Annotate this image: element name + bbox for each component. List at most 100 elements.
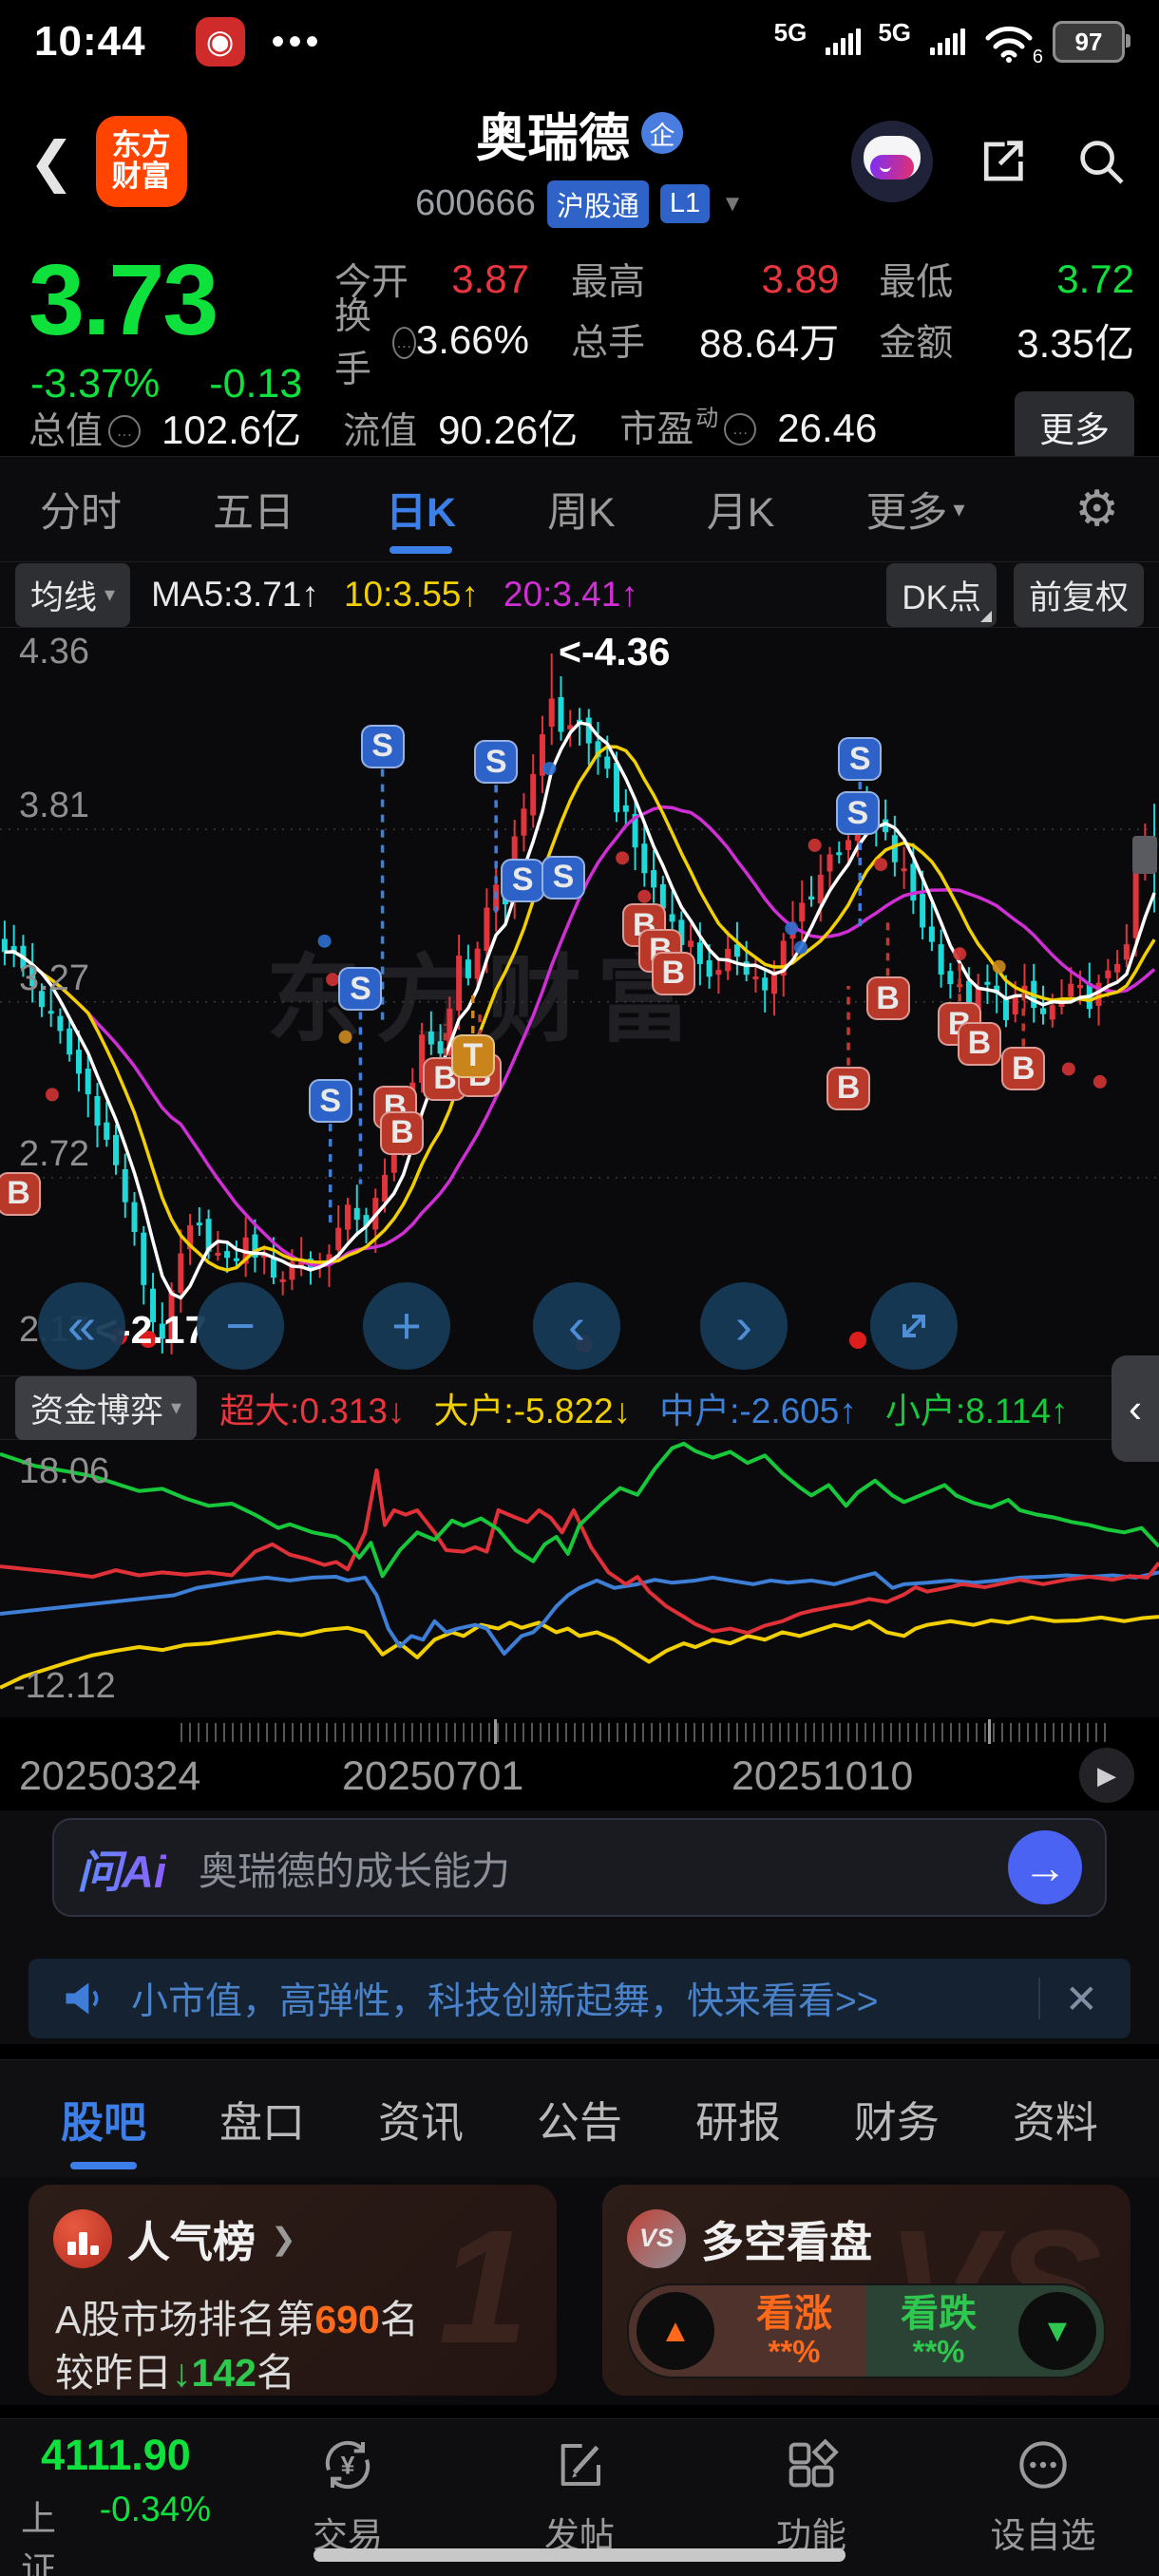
kline-chart[interactable]: 东方财富 <-4.36 <-2.17 « − + ‹ › 4.36 3.81 3.2… — [0, 627, 1159, 1376]
chevron-right-icon: ❯ — [271, 2221, 296, 2256]
tab-profile[interactable]: 资料 — [1013, 2060, 1098, 2177]
wifi6-label: 6 — [1032, 47, 1043, 67]
popularity-rank-card[interactable]: 1 人气榜 ❯ A股市场排名第690名 较昨日↓142名 — [28, 2185, 557, 2396]
sell-signal-marker: S — [474, 740, 519, 785]
vs-title: 多空看盘 — [701, 2218, 873, 2266]
rank-watermark: 1 — [438, 2197, 528, 2377]
ma-selector-button[interactable]: 均线 ▾ — [15, 562, 131, 627]
field-high: 最高 3.89 — [570, 256, 840, 303]
stock-title-block[interactable]: 奥瑞德 企 600666 沪股通 L1 ▼ — [415, 96, 744, 228]
date-axis: 20250324 20250701 20251010 ▶ — [0, 1744, 1159, 1810]
nav-functions[interactable]: 功能 — [716, 2431, 906, 2558]
tab-monthly-k[interactable]: 月K — [707, 457, 775, 561]
header: ❮ 东方 财富 奥瑞德 企 600666 沪股通 L1 ▼ — [0, 84, 1159, 239]
tab-daily-k[interactable]: 日K — [386, 457, 456, 561]
pan-right-button[interactable]: › — [700, 1282, 788, 1370]
logo-line1: 东方 — [111, 128, 171, 162]
cards-section: 1 人气榜 ❯ A股市场排名第690名 较昨日↓142名 VS VS 多空看盘 … — [0, 2177, 1159, 2405]
fund-chart[interactable]: 18.06 -12.12 — [0, 1440, 1159, 1717]
fullscreen-button[interactable] — [870, 1282, 958, 1370]
play-forward-button[interactable]: ▶ — [1079, 1748, 1134, 1803]
gear-icon[interactable]: ⚙ — [1074, 481, 1119, 538]
tab-weekly-k[interactable]: 周K — [547, 457, 616, 561]
back-button[interactable]: ❮ — [28, 129, 75, 194]
indicator-selector-button[interactable]: 资金博弈 ▾ — [15, 1375, 198, 1440]
field-float: 流值 90.26亿 — [343, 407, 579, 452]
collapse-panel-button[interactable]: ‹ — [1112, 1355, 1159, 1462]
signal-bars-icon — [826, 28, 862, 55]
search-icon[interactable] — [1072, 132, 1130, 191]
nav-post[interactable]: 发帖 — [484, 2431, 674, 2558]
ask-ai-input[interactable]: 问Ai 奥瑞德的成长能力 → — [52, 1818, 1107, 1917]
sell-signal-marker: S — [541, 855, 585, 900]
last-price: 3.73 — [28, 244, 218, 356]
vs-icon: VS — [627, 2208, 686, 2268]
date-label: 20250701 — [342, 1753, 524, 1799]
scroll-tick-strip[interactable] — [0, 1719, 1159, 1744]
zoom-out-fast-button[interactable]: « — [38, 1282, 125, 1370]
kline-svg — [0, 653, 1159, 1354]
sell-signal-marker: S — [308, 1079, 352, 1124]
bull-bear-card[interactable]: VS VS 多空看盘 ▲ 看涨**% 看跌**% ▼ — [602, 2185, 1130, 2396]
vote-bull-button[interactable]: ▲ 看涨 **% — [629, 2285, 866, 2377]
info-icon: … — [724, 413, 757, 445]
status-icons: 5G 5G 6 97 — [773, 17, 1130, 67]
nav-index[interactable]: 4111.90 上证 -0.34% — [21, 2431, 211, 2576]
more-button[interactable]: 更多 — [1015, 391, 1134, 462]
period-tabs: 分时 五日 日K 周K 月K 更多 ▾ ⚙ — [0, 456, 1159, 562]
rank-number: 690 — [314, 2298, 380, 2341]
fund-large: 大户:-5.822↓ — [433, 1392, 632, 1430]
t-trade-signal-marker: T — [450, 1033, 495, 1078]
fund-ymin-label: -12.12 — [13, 1666, 116, 1706]
tab-5day[interactable]: 五日 — [213, 457, 294, 561]
ai-section: 问Ai 奥瑞德的成长能力 → — [0, 1810, 1159, 1953]
tab-announcements[interactable]: 公告 — [537, 2060, 622, 2177]
tab-pankou[interactable]: 盘口 — [219, 2060, 305, 2177]
quote-grid: 今开 3.87 最高 3.89 最低 3.72 换手… 3.66% 总手 88.64万 金… — [334, 249, 1134, 390]
fund-super-large: 超大:0.313↓ — [219, 1392, 406, 1430]
chevron-down-icon[interactable]: ▼ — [721, 191, 744, 218]
nav-add-watchlist[interactable]: 设自选 — [948, 2431, 1138, 2558]
svg-text:¥: ¥ — [341, 2451, 355, 2479]
tab-guba[interactable]: 股吧 — [61, 2060, 146, 2177]
tab-minute[interactable]: 分时 — [40, 457, 122, 561]
bull-bear-vote: ▲ 看涨 **% 看跌 **% ▼ — [627, 2283, 1106, 2378]
notice-section: 小市值，高弹性，科技创新起舞，快来看看>> ✕ — [0, 1953, 1159, 2044]
close-icon: ✕ — [1064, 1976, 1098, 2021]
vote-bear-button[interactable]: 看跌 **% ▼ — [866, 2285, 1104, 2377]
sell-signal-marker: S — [501, 858, 545, 902]
ma5-value: MA5:3.71↑ — [151, 575, 319, 614]
tab-research[interactable]: 研报 — [695, 2060, 781, 2177]
zoom-in-button[interactable]: + — [363, 1282, 450, 1370]
tab-financials[interactable]: 财务 — [854, 2060, 940, 2177]
pan-left-button[interactable]: ‹ — [533, 1282, 620, 1370]
rank-line2: 较昨日↓142名 — [55, 2351, 295, 2395]
rank-icon — [53, 2208, 112, 2268]
tab-more[interactable]: 更多 ▾ — [865, 480, 964, 539]
ma10-value: 10:3.55↑ — [343, 575, 479, 614]
price-axis-label: 2.72 — [19, 1133, 89, 1174]
ask-ai-placeholder: 奥瑞德的成长能力 — [199, 1849, 510, 1893]
tab-news[interactable]: 资讯 — [378, 2060, 464, 2177]
share-icon[interactable] — [973, 132, 1032, 191]
fund-indicator-bar: 资金博弈 ▾ 超大:0.313↓ 大户:-5.822↓ 中户:-2.605↑ 小户… — [0, 1355, 1159, 1462]
zoom-out-button[interactable]: − — [197, 1282, 284, 1370]
stock-code: 600666 — [415, 183, 536, 223]
field-turnover: 换手… 3.66% — [334, 296, 529, 390]
watchlist-icon — [1013, 2431, 1074, 2499]
network-type-label: 5G — [773, 17, 808, 47]
adjust-mode-button[interactable]: 前复权 — [1013, 562, 1144, 627]
enterprise-badge: 企 — [640, 112, 683, 154]
network-type-label-2: 5G — [878, 17, 911, 47]
promo-banner[interactable]: 小市值，高弹性，科技创新起舞，快来看看>> ✕ — [28, 1959, 1130, 2038]
close-area[interactable]: ✕ — [1037, 1976, 1098, 2022]
content-tabs: 股吧 盘口 资讯 公告 研报 财务 资料 — [0, 2059, 1159, 2177]
ai-assistant-button[interactable] — [851, 121, 933, 202]
dk-point-button[interactable]: DK点 — [886, 562, 997, 627]
nav-trade[interactable]: ¥ 交易 — [253, 2431, 443, 2558]
price-axis-label: 4.36 — [19, 632, 89, 672]
ask-ai-submit-button[interactable]: → — [1008, 1830, 1082, 1904]
field-pe: 市盈动… 26.46 — [619, 405, 878, 451]
megaphone-icon — [61, 1978, 103, 2019]
home-indicator[interactable] — [314, 2548, 846, 2562]
